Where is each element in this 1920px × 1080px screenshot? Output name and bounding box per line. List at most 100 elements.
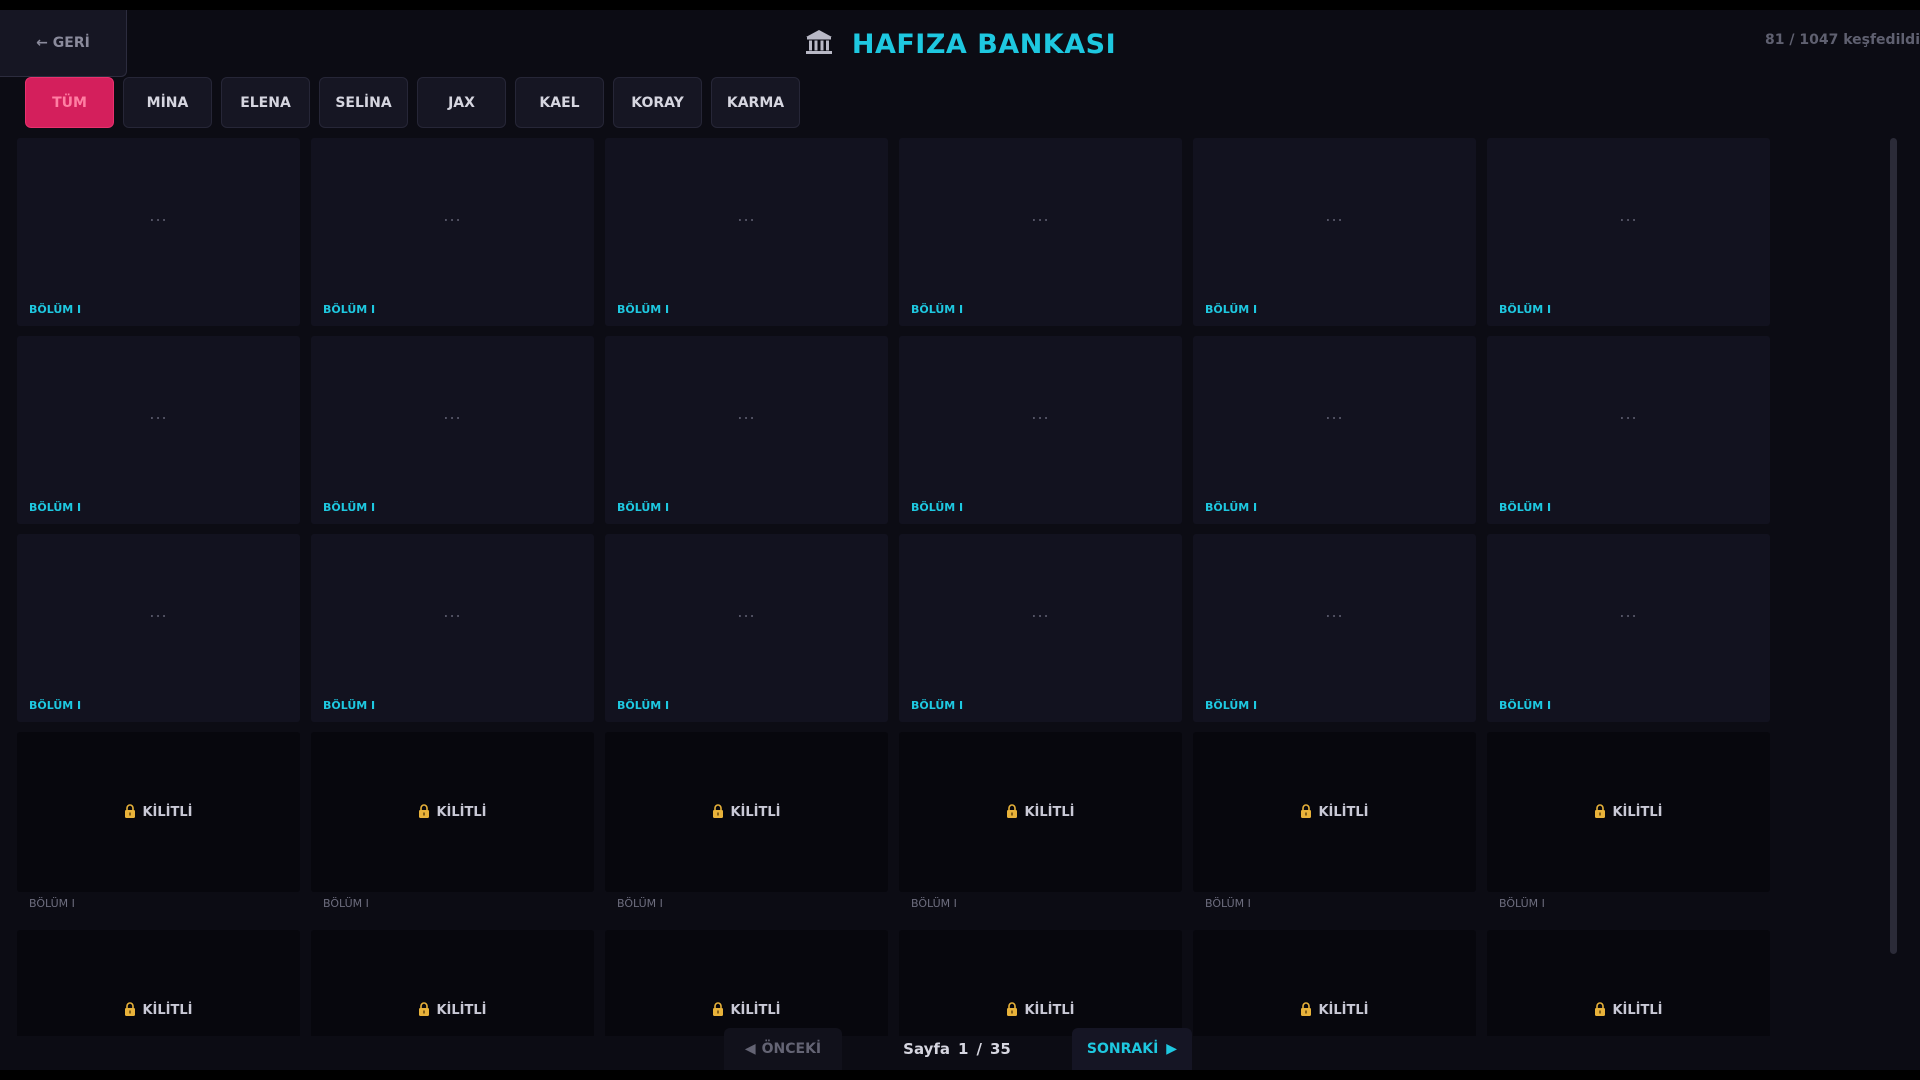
locked-memory-card[interactable]: KİLİTLİ BÖLÜM I xyxy=(605,732,888,920)
previous-page-button[interactable]: ◀ ÖNCEKİ xyxy=(724,1028,842,1070)
lock-icon xyxy=(124,1001,136,1020)
tab-mi̇na[interactable]: MİNA xyxy=(123,77,212,128)
memory-card[interactable]: ... BÖLÜM I xyxy=(605,336,888,524)
locked-overlay: KİLİTLİ xyxy=(899,732,1182,892)
chapter-label: BÖLÜM I xyxy=(1205,897,1251,910)
locked-memory-card[interactable]: KİLİTLİ BÖLÜM I xyxy=(1193,732,1476,920)
locked-memory-card[interactable]: KİLİTLİ xyxy=(311,930,594,1036)
chapter-label: BÖLÜM I xyxy=(617,303,670,316)
memory-card[interactable]: ... BÖLÜM I xyxy=(17,138,300,326)
locked-label: KİLİTLİ xyxy=(142,1002,193,1018)
triangle-right-icon: ▶ xyxy=(1166,1041,1178,1057)
memory-card[interactable]: ... BÖLÜM I xyxy=(1193,336,1476,524)
memory-preview-placeholder: ... xyxy=(149,206,168,225)
chapter-label: BÖLÜM I xyxy=(1499,699,1552,712)
locked-label: KİLİTLİ xyxy=(1612,804,1663,820)
locked-overlay: KİLİTLİ xyxy=(605,732,888,892)
tab-koray[interactable]: KORAY xyxy=(613,77,702,128)
next-page-button[interactable]: SONRAKİ ▶ xyxy=(1072,1028,1192,1070)
memory-card[interactable]: ... BÖLÜM I xyxy=(899,534,1182,722)
chapter-label: BÖLÜM I xyxy=(323,303,376,316)
memory-card[interactable]: ... BÖLÜM I xyxy=(1193,138,1476,326)
tab-elena[interactable]: ELENA xyxy=(221,77,310,128)
memory-card[interactable]: ... BÖLÜM I xyxy=(1487,534,1770,722)
memory-card[interactable]: ... BÖLÜM I xyxy=(605,534,888,722)
memory-preview-placeholder: ... xyxy=(443,404,462,423)
lock-icon xyxy=(124,803,136,822)
chapter-label: BÖLÜM I xyxy=(29,699,82,712)
lock-icon xyxy=(1594,1001,1606,1020)
locked-label: KİLİTLİ xyxy=(436,804,487,820)
locked-memory-card[interactable]: KİLİTLİ xyxy=(17,930,300,1036)
locked-label: KİLİTLİ xyxy=(1024,1002,1075,1018)
chapter-label: BÖLÜM I xyxy=(323,501,376,514)
memory-card[interactable]: ... BÖLÜM I xyxy=(1487,336,1770,524)
chapter-label: BÖLÜM I xyxy=(911,897,957,910)
locked-memory-card[interactable]: KİLİTLİ BÖLÜM I xyxy=(899,732,1182,920)
memory-card[interactable]: ... BÖLÜM I xyxy=(17,336,300,524)
locked-label: KİLİTLİ xyxy=(1318,804,1369,820)
chapter-label: BÖLÜM I xyxy=(911,303,964,316)
memory-card[interactable]: ... BÖLÜM I xyxy=(899,138,1182,326)
memory-card[interactable]: ... BÖLÜM I xyxy=(605,138,888,326)
locked-memory-card[interactable]: KİLİTLİ BÖLÜM I xyxy=(17,732,300,920)
current-page: 1 xyxy=(958,1040,969,1058)
memory-card[interactable]: ... BÖLÜM I xyxy=(899,336,1182,524)
locked-label: KİLİTLİ xyxy=(142,804,193,820)
memory-preview-placeholder: ... xyxy=(737,404,756,423)
museum-icon xyxy=(804,27,834,61)
memory-preview-placeholder: ... xyxy=(149,404,168,423)
locked-memory-card[interactable]: KİLİTLİ BÖLÜM I xyxy=(311,732,594,920)
page-title: HAFIZA BANKASI xyxy=(851,28,1117,60)
back-button-label: ← GERİ xyxy=(36,35,90,51)
grid-scrollbar[interactable] xyxy=(1890,138,1897,954)
chapter-label: BÖLÜM I xyxy=(1499,897,1545,910)
chapter-label: BÖLÜM I xyxy=(1205,303,1258,316)
discovered-suffix: keşfedildi xyxy=(1843,32,1920,48)
memory-card[interactable]: ... BÖLÜM I xyxy=(311,534,594,722)
locked-memory-card[interactable]: KİLİTLİ xyxy=(605,930,888,1036)
lock-icon xyxy=(1594,803,1606,822)
chapter-label: BÖLÜM I xyxy=(617,699,670,712)
tab-karma[interactable]: KARMA xyxy=(711,77,800,128)
memory-preview-placeholder: ... xyxy=(1325,404,1344,423)
memory-preview-placeholder: ... xyxy=(1619,404,1638,423)
memory-preview-placeholder: ... xyxy=(737,206,756,225)
memory-card[interactable]: ... BÖLÜM I xyxy=(17,534,300,722)
locked-memory-card[interactable]: KİLİTLİ xyxy=(899,930,1182,1036)
locked-memory-card[interactable]: KİLİTLİ xyxy=(1193,930,1476,1036)
memory-card[interactable]: ... BÖLÜM I xyxy=(311,138,594,326)
chapter-label: BÖLÜM I xyxy=(29,501,82,514)
memory-preview-placeholder: ... xyxy=(737,602,756,621)
chapter-label: BÖLÜM I xyxy=(323,699,376,712)
memory-card[interactable]: ... BÖLÜM I xyxy=(1487,138,1770,326)
memory-card[interactable]: ... BÖLÜM I xyxy=(311,336,594,524)
locked-overlay: KİLİTLİ xyxy=(311,930,594,1036)
tab-jax[interactable]: JAX xyxy=(417,77,506,128)
memory-card[interactable]: ... BÖLÜM I xyxy=(1193,534,1476,722)
chapter-label: BÖLÜM I xyxy=(323,897,369,910)
tab-seli̇na[interactable]: SELİNA xyxy=(319,77,408,128)
back-button[interactable]: ← GERİ xyxy=(0,10,127,77)
discovered-count: 81 xyxy=(1765,32,1785,48)
page-header: HAFIZA BANKASI xyxy=(0,24,1920,64)
memory-preview-placeholder: ... xyxy=(443,206,462,225)
memory-preview-placeholder: ... xyxy=(1325,206,1344,225)
memory-preview-placeholder: ... xyxy=(1031,602,1050,621)
lock-icon xyxy=(712,803,724,822)
locked-label: KİLİTLİ xyxy=(1024,804,1075,820)
counter-separator: / xyxy=(1789,32,1795,48)
memory-preview-placeholder: ... xyxy=(1325,602,1344,621)
locked-memory-card[interactable]: KİLİTLİ xyxy=(1487,930,1770,1036)
chapter-label: BÖLÜM I xyxy=(617,897,663,910)
tab-kael[interactable]: KAEL xyxy=(515,77,604,128)
lock-icon xyxy=(712,1001,724,1020)
locked-overlay: KİLİTLİ xyxy=(17,732,300,892)
chapter-label: BÖLÜM I xyxy=(29,897,75,910)
memory-preview-placeholder: ... xyxy=(1031,404,1050,423)
locked-overlay: KİLİTLİ xyxy=(605,930,888,1036)
tab-tüm[interactable]: TÜM xyxy=(25,77,114,128)
previous-page-label: ÖNCEKİ xyxy=(761,1041,822,1057)
locked-memory-card[interactable]: KİLİTLİ BÖLÜM I xyxy=(1487,732,1770,920)
lock-icon xyxy=(1006,1001,1018,1020)
